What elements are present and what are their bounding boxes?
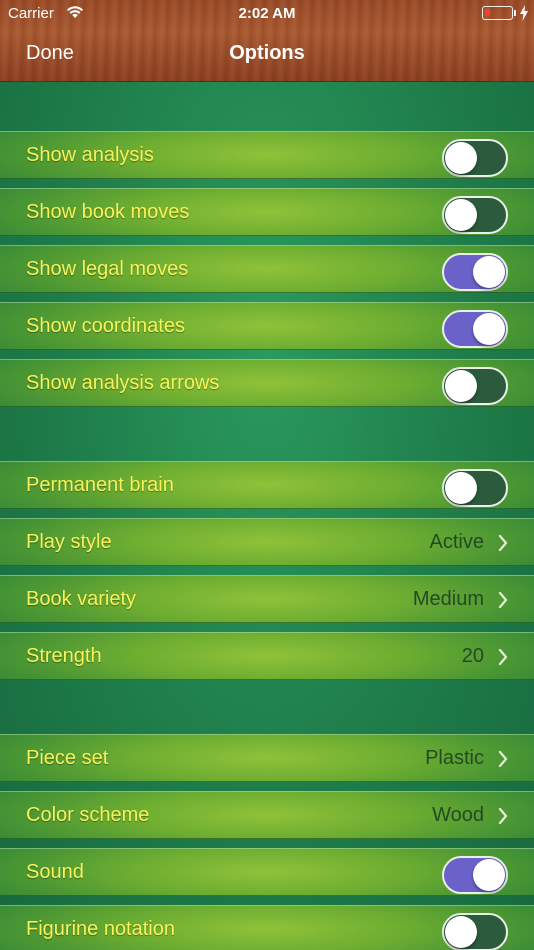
chevron-right-icon	[498, 751, 508, 767]
row-label: Book variety	[26, 588, 137, 610]
row-label: Show book moves	[26, 201, 190, 223]
page-title: Options	[229, 42, 305, 64]
done-button[interactable]: Done	[26, 42, 74, 65]
row-label: Show analysis	[26, 144, 154, 166]
toggle-knob	[445, 370, 477, 402]
chevron-right-icon	[498, 808, 508, 824]
row-value: Plastic	[425, 747, 484, 769]
charging-bolt-icon	[520, 5, 528, 21]
chevron-right-icon	[498, 649, 508, 665]
figurine-notation-toggle[interactable]	[442, 913, 508, 950]
toggle-knob	[473, 859, 505, 891]
row-label: Play style	[26, 531, 112, 553]
row-figurine-notation: Figurine notation	[0, 905, 534, 950]
chevron-right-icon	[498, 592, 508, 608]
show-coordinates-toggle[interactable]	[442, 310, 508, 348]
row-label: Show analysis arrows	[26, 372, 220, 394]
row-color-scheme[interactable]: Color scheme Wood	[0, 791, 534, 839]
battery-cap	[514, 10, 516, 16]
row-strength[interactable]: Strength 20	[0, 632, 534, 680]
row-label: Show legal moves	[26, 258, 189, 280]
show-analysis-arrows-toggle[interactable]	[442, 367, 508, 405]
show-legal-moves-toggle[interactable]	[442, 253, 508, 291]
row-label: Permanent brain	[26, 474, 174, 496]
row-label: Color scheme	[26, 804, 150, 826]
show-analysis-toggle[interactable]	[442, 139, 508, 177]
toggle-knob	[473, 313, 505, 345]
toggle-knob	[445, 142, 477, 174]
row-value: Active	[429, 531, 484, 553]
permanent-brain-toggle[interactable]	[442, 469, 508, 507]
options-list: Show analysis Show book moves Show legal m…	[0, 82, 534, 950]
row-value: 20	[461, 645, 484, 667]
navigation-bar: Carrier 2:02 AM Done Options	[0, 0, 534, 82]
row-label: Strength	[26, 645, 102, 667]
battery-icon	[482, 6, 513, 20]
row-show-analysis-arrows: Show analysis arrows	[0, 359, 534, 407]
row-show-coordinates: Show coordinates	[0, 302, 534, 350]
toggle-knob	[445, 199, 477, 231]
row-label: Figurine notation	[26, 918, 175, 940]
chevron-right-icon	[498, 535, 508, 551]
row-label: Piece set	[26, 747, 109, 769]
toggle-knob	[473, 256, 505, 288]
row-sound: Sound	[0, 848, 534, 896]
row-piece-set[interactable]: Piece set Plastic	[0, 734, 534, 782]
toggle-knob	[445, 472, 477, 504]
row-show-analysis: Show analysis	[0, 131, 534, 179]
row-label: Show coordinates	[26, 315, 185, 337]
row-play-style[interactable]: Play style Active	[0, 518, 534, 566]
toggle-knob	[445, 916, 477, 948]
row-permanent-brain: Permanent brain	[0, 461, 534, 509]
row-label: Sound	[26, 861, 84, 883]
row-show-book-moves: Show book moves	[0, 188, 534, 236]
row-show-legal-moves: Show legal moves	[0, 245, 534, 293]
clock: 2:02 AM	[238, 5, 296, 22]
sound-toggle[interactable]	[442, 856, 508, 894]
show-book-moves-toggle[interactable]	[442, 196, 508, 234]
row-value: Medium	[412, 588, 484, 610]
row-value: Wood	[432, 804, 484, 826]
row-book-variety[interactable]: Book variety Medium	[0, 575, 534, 623]
